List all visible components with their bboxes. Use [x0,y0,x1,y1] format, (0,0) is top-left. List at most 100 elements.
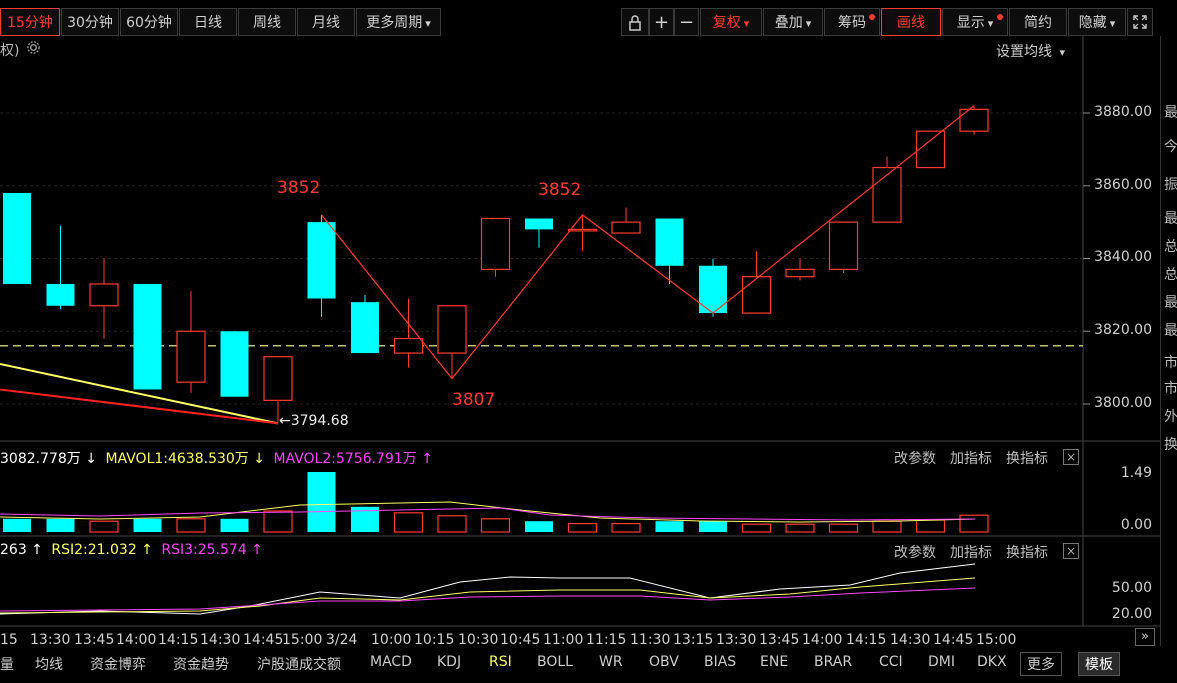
vol-switch-indicator[interactable]: 换指标 [1006,448,1048,468]
indicator-tab-wr[interactable]: WR [599,654,623,670]
volume-bar-up [393,512,424,533]
indicator-tab-cci[interactable]: CCI [879,654,903,670]
side-info-label: 总 [1164,239,1177,255]
volume-header: 3082.778万 ↓ MAVOL1:4638.530万 ↓ MAVOL2:57… [0,451,433,467]
rsi-add-indicator[interactable]: 加指标 [950,542,992,562]
mavol2-value: MAVOL2:5756.791万 [273,451,417,467]
indicator-tab-bias[interactable]: BIAS [704,654,736,670]
rsi2-value: RSI2:21.032 [51,542,137,558]
peak1-label: 3852 [277,178,321,198]
time-tick-label: 10:00 [371,632,412,648]
side-info-label: 最 [1164,323,1177,339]
time-tick-label: 11:15 [586,632,627,648]
volume-bar-down [525,521,553,532]
time-tick-label: 14:45 [933,632,974,648]
indicator-tab-boll[interactable]: BOLL [537,654,573,670]
time-tick-label: 14:30 [890,632,931,648]
price-tick-3800: 3800.00 [1094,395,1152,411]
time-tick-label: 13:45 [759,632,800,648]
volume-bar-down [46,518,75,532]
candle-body-down [3,193,31,284]
candle-body-down [655,218,684,266]
time-tick-label: 15:00 [976,632,1017,648]
price-tick-3880: 3880.00 [1094,104,1152,120]
volume-bar-up [828,523,859,533]
indicator-tab-资金趋势[interactable]: 资金趋势 [173,654,229,674]
candle-body-down [307,222,336,299]
rsi-header: 263 ↑ RSI2:21.032 ↑ RSI3:25.574 ↑ [0,542,263,558]
vol-add-indicator[interactable]: 加指标 [950,448,992,468]
indicator-tab-沪股通成交额[interactable]: 沪股通成交额 [257,654,341,674]
peak2-label: 3852 [538,180,582,200]
side-info-label: 最 [1164,211,1177,227]
candle-body-up [959,108,989,132]
volume-bar-up [872,520,902,533]
volume-bar-up [263,510,293,533]
candle-body-up [611,221,641,234]
candle-body-up [176,330,206,383]
indicator-tab-macd[interactable]: MACD [370,654,412,670]
time-tick-label: 13:30 [716,632,757,648]
scroll-right-icon[interactable]: » [1135,628,1155,646]
indicator-tab-kdj[interactable]: KDJ [437,654,461,670]
time-tick-label: 10:30 [458,632,499,648]
volume-bar-up [741,523,772,533]
volume-bar-down [307,472,336,532]
volume-bar-up [785,523,815,533]
time-tick-label: 3/24 [326,632,358,648]
volume-layer [0,472,989,533]
time-tick-label: 14:15 [158,632,199,648]
rsi-layer [0,563,976,615]
indicator-tab-资金博弈[interactable]: 资金博弈 [90,654,146,674]
time-tick-label: 13:30 [30,632,71,648]
volume-bar-down [3,518,31,532]
mavol1-value: MAVOL1:4638.530万 [105,451,249,467]
indicator-tab-ene[interactable]: ENE [760,654,788,670]
volume-bar-up [567,522,598,533]
volume-bar-up [915,519,946,533]
time-tick-label: 14:30 [200,632,241,648]
vol-edit-params[interactable]: 改参数 [894,448,936,468]
time-tick-label: 11:00 [543,632,584,648]
candle-body-up [567,228,598,232]
rsi1-line [0,563,976,615]
rsi-close-icon[interactable]: × [1063,543,1079,559]
rsi1-value: 263 [0,542,27,558]
indicator-tab-均线[interactable]: 均线 [35,654,63,674]
volume-bar-up [437,515,467,533]
side-info-label: 外 [1164,409,1177,425]
volume-bar-down [699,521,727,532]
volume-bar-up [959,514,989,533]
volume-bar-down [655,521,684,532]
side-info-label: 最 [1164,295,1177,311]
indicator-tab-dmi[interactable]: DMI [928,654,955,670]
rsi-switch-indicator[interactable]: 换指标 [1006,542,1048,562]
time-tick-label: 14:45 [243,632,284,648]
volume-bar-up [611,522,641,533]
side-info-column: 最今振最总总最最市市外换 [1160,36,1177,646]
indicator-tab-dkx[interactable]: DKX [977,654,1007,670]
time-tick-label: 13:15 [673,632,714,648]
rsi3-value: RSI3:25.574 [161,542,247,558]
time-tick-label: 14:00 [116,632,157,648]
side-info-label: 换 [1164,437,1177,453]
chart-canvas[interactable] [0,0,1177,683]
vol-close-icon[interactable]: × [1063,449,1079,465]
indicator-tab-量[interactable]: 量 [0,654,14,674]
candle-body-up [828,221,859,271]
template-button[interactable]: 模板 [1078,652,1120,676]
low-price-marker: ←3794.68 [279,413,349,429]
rsi-edit-params[interactable]: 改参数 [894,542,936,562]
side-info-label: 振 [1164,177,1177,193]
candle-body-up [785,268,815,278]
candle-body-up [872,166,902,223]
candle-body-up [263,356,293,401]
indicator-tab-brar[interactable]: BRAR [814,654,852,670]
candle-body-up [741,276,772,314]
volume-bar-down [133,518,162,532]
indicator-tab-rsi[interactable]: RSI [489,654,512,670]
more-indicators-button[interactable]: 更多 [1020,652,1062,676]
side-info-label: 最 [1164,105,1177,121]
price-tick-3860: 3860.00 [1094,177,1152,193]
indicator-tab-obv[interactable]: OBV [649,654,679,670]
